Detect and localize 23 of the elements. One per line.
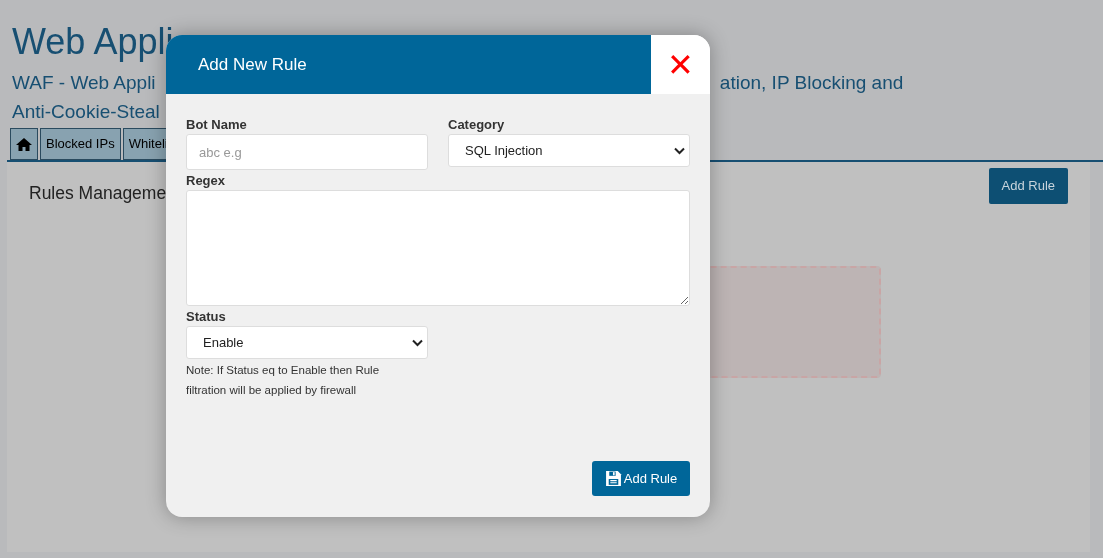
save-icon [604,470,622,487]
status-select[interactable]: Enable [186,326,428,359]
nav-tab[interactable]: Blocked IPs [40,128,121,160]
add-rule-button[interactable]: Add Rule [592,461,690,496]
page-subtitle: ation, IP Blocking and [719,71,904,95]
bot-name-field[interactable]: abc e.g [186,134,428,170]
home-tab[interactable] [10,128,38,160]
field-label: Bot Name [186,116,247,134]
close-button[interactable]: ✕ [651,35,710,94]
page-subtitle: WAF - Web Appli [12,71,156,95]
add-rule-button[interactable]: Add Rule [988,168,1068,204]
status-note: Note: If Status eq to Enable then Rule filtration will be applied by firewall [186,363,381,398]
category-select[interactable]: SQL Injection [448,134,690,167]
section-title: Rules Manageme [29,182,167,205]
field-label: Category [448,116,505,134]
regex-field[interactable] [186,190,690,306]
chevron-down-icon [412,338,423,347]
modal-title: Add New Rule [198,53,307,76]
home-icon [15,136,33,152]
field-label: Status [186,308,226,326]
chevron-down-icon [674,146,685,155]
page-subtitle: Anti-Cookie-Steal [12,100,160,124]
field-label: Regex [186,172,226,190]
